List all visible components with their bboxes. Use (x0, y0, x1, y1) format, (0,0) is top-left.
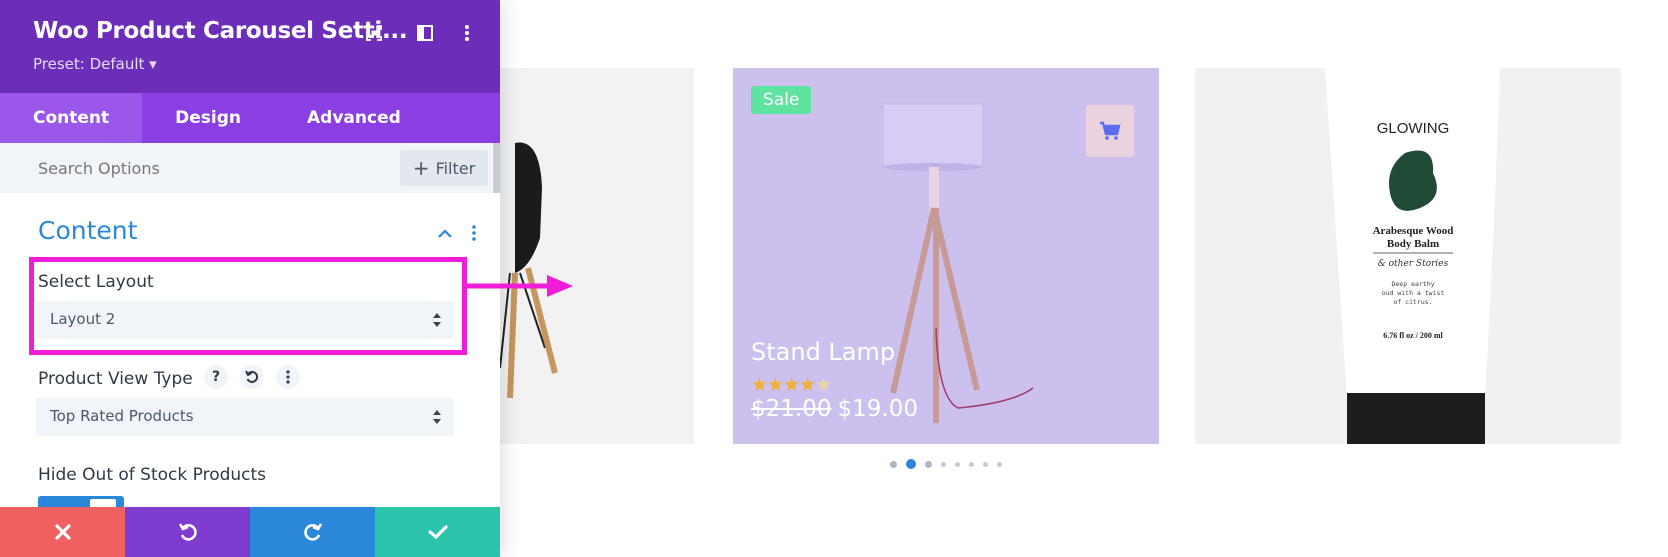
product-card-chair[interactable] (470, 68, 694, 444)
view-type-label: Product View Type (38, 369, 193, 389)
chair-image (499, 142, 558, 399)
add-to-cart-button[interactable] (1086, 105, 1134, 157)
redo-button[interactable] (250, 507, 375, 557)
redo-icon (303, 523, 322, 541)
balm-volume: 6.76 fl oz / 200 ml (1383, 331, 1443, 340)
balm-brand: GLOWING (1377, 120, 1450, 137)
panel-footer (0, 507, 500, 557)
reset-icon[interactable] (240, 365, 264, 389)
body-balm-image: GLOWING Arabesque Wood Body Balm & other… (1325, 68, 1500, 444)
panel-tabs: Content Design Advanced (0, 93, 500, 143)
undo-icon (178, 523, 197, 541)
tab-content[interactable]: Content (0, 93, 143, 143)
panel-title: Woo Product Carousel Setti... (33, 18, 408, 44)
plus-icon: + (412, 156, 430, 180)
save-button[interactable] (375, 507, 500, 557)
carousel-dot[interactable] (941, 461, 946, 467)
cancel-icon (54, 524, 71, 540)
balm-desc-3: of citrus. (1393, 298, 1432, 306)
fullscreen-icon[interactable] (363, 22, 385, 44)
carousel-dot[interactable] (983, 461, 988, 467)
select-arrows-icon (433, 410, 441, 424)
help-icon[interactable]: ? (204, 365, 228, 389)
hide-stock-label: Hide Out of Stock Products (38, 465, 267, 485)
carousel-dot-active[interactable] (906, 459, 916, 469)
product-card-body-balm[interactable]: GLOWING Arabesque Wood Body Balm & other… (1195, 68, 1621, 444)
balm-desc-1: Deep earthy (1391, 280, 1434, 288)
product-title[interactable]: Stand Lamp (751, 338, 895, 366)
undo-button[interactable] (125, 507, 250, 557)
cart-icon (1100, 121, 1121, 140)
star-rating: ★★★★★ (751, 375, 832, 396)
filter-label: Filter (435, 158, 476, 178)
section-options-icon[interactable] (465, 224, 483, 242)
balm-desc-2: oud with a twist (1382, 289, 1445, 297)
layout-highlight-box (29, 257, 467, 355)
sale-price: $19.00 (837, 396, 918, 422)
balm-name-1: Arabesque Wood (1373, 225, 1454, 237)
carousel-dot[interactable] (890, 460, 897, 468)
search-input[interactable] (36, 158, 340, 179)
panel-header[interactable]: Woo Product Carousel Setti... Preset: De… (0, 0, 500, 93)
tab-design[interactable]: Design (142, 93, 274, 143)
save-icon (427, 525, 448, 540)
collapse-chevron-icon[interactable] (436, 224, 454, 242)
balm-name-2: Body Balm (1387, 238, 1439, 250)
tab-advanced[interactable]: Advanced (274, 93, 434, 143)
carousel-dot[interactable] (955, 461, 960, 467)
section-title[interactable]: Content (38, 216, 137, 245)
view-type-dropdown[interactable]: Top Rated Products (36, 398, 454, 436)
preset-dropdown[interactable]: Preset: Default ▾ (33, 55, 157, 73)
annotation-arrow-icon (467, 275, 573, 297)
view-type-value: Top Rated Products (50, 407, 194, 425)
carousel-dot[interactable] (925, 460, 932, 468)
sale-badge: Sale (751, 86, 812, 114)
carousel-dot[interactable] (997, 461, 1002, 467)
balm-sub-brand: & other Stories (1378, 259, 1449, 269)
field-options-icon[interactable] (276, 365, 300, 389)
panel-scrollbar[interactable] (493, 143, 500, 193)
search-bar: + Filter (0, 143, 492, 193)
more-options-icon[interactable] (456, 22, 478, 44)
split-view-icon[interactable] (414, 22, 436, 44)
product-card-stand-lamp[interactable]: Sale Stand Lamp ★★★★★ $21.00 $19.00 (733, 68, 1159, 444)
carousel-dots (890, 459, 1002, 469)
filter-button[interactable]: + Filter (400, 150, 488, 186)
product-price: $21.00 $19.00 (751, 396, 918, 422)
carousel-dot[interactable] (969, 461, 974, 467)
old-price: $21.00 (751, 396, 832, 422)
cancel-button[interactable] (0, 507, 125, 557)
